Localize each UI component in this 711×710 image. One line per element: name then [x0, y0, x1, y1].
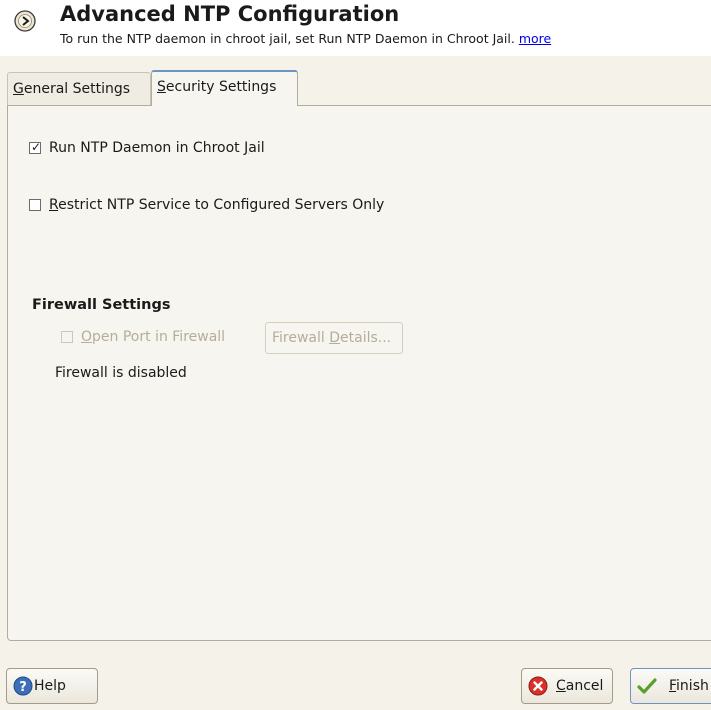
- open-port-checkbox[interactable]: [61, 331, 73, 343]
- advanced-config-icon: [14, 10, 36, 32]
- restrict-servers-label: Restrict NTP Service to Configured Serve…: [49, 197, 384, 213]
- firewall-status: Firewall is disabled: [55, 365, 187, 381]
- open-port-label: Open Port in Firewall: [81, 329, 225, 345]
- restrict-servers-label-text: estrict NTP Service to Configured Server…: [58, 197, 385, 213]
- tab-general-settings[interactable]: General Settings: [7, 72, 151, 105]
- chroot-jail-checkbox[interactable]: ✓: [29, 140, 42, 154]
- chroot-jail-label-text: Run NTP Daemon in Chroot: [49, 140, 245, 156]
- checkmark-icon: [637, 678, 657, 694]
- cancel-icon: [528, 676, 548, 696]
- dialog-body: General Settings Security Settings ✓ Run…: [0, 56, 711, 710]
- cancel-button[interactable]: Cancel: [521, 668, 613, 704]
- cancel-mnemonic: C: [556, 678, 566, 694]
- checkmark-icon: ✓: [31, 140, 42, 154]
- dialog-header: Advanced NTP Configuration To run the NT…: [0, 0, 711, 56]
- finish-mnemonic: F: [669, 678, 677, 694]
- restrict-servers-mnemonic: R: [49, 197, 59, 213]
- open-port-mnemonic: O: [81, 329, 93, 345]
- more-link[interactable]: more: [519, 31, 551, 46]
- firewall-details-button[interactable]: Firewall Details...: [265, 322, 403, 354]
- page-title: Advanced NTP Configuration: [60, 2, 400, 26]
- help-button[interactable]: ? Help: [6, 668, 98, 704]
- tab-security-label: ecurity Settings: [165, 79, 277, 95]
- security-settings-panel: ✓ Run NTP Daemon in Chroot Jail Restrict…: [7, 105, 711, 641]
- firewall-settings-heading: Firewall Settings: [32, 297, 171, 313]
- page-subtitle: To run the NTP daemon in chroot jail, se…: [60, 31, 551, 46]
- chroot-jail-label-end: ail: [248, 140, 265, 156]
- firewall-details-label-end: etails...: [340, 330, 392, 346]
- tab-general-label: eneral Settings: [23, 81, 131, 97]
- finish-label-text: inish: [676, 678, 709, 694]
- tab-security-mnemonic: S: [157, 79, 166, 95]
- firewall-details-mnemonic: D: [329, 330, 341, 346]
- tab-security-settings[interactable]: Security Settings: [151, 70, 298, 106]
- open-port-label-text: pen Port in Firewall: [92, 329, 226, 345]
- finish-label: Finish: [669, 678, 709, 694]
- help-label: Help: [34, 678, 66, 694]
- finish-button[interactable]: Finish: [630, 668, 711, 704]
- svg-text:?: ?: [19, 680, 27, 695]
- tab-general-mnemonic: G: [13, 81, 24, 97]
- cancel-label: Cancel: [556, 678, 603, 694]
- firewall-details-label: Firewall: [272, 330, 330, 346]
- chroot-jail-label: Run NTP Daemon in Chroot Jail: [49, 140, 265, 156]
- subtitle-text: To run the NTP daemon in chroot jail, se…: [60, 31, 515, 46]
- restrict-servers-checkbox[interactable]: [29, 199, 41, 211]
- help-icon: ?: [13, 676, 33, 696]
- cancel-label-text: ancel: [565, 678, 604, 694]
